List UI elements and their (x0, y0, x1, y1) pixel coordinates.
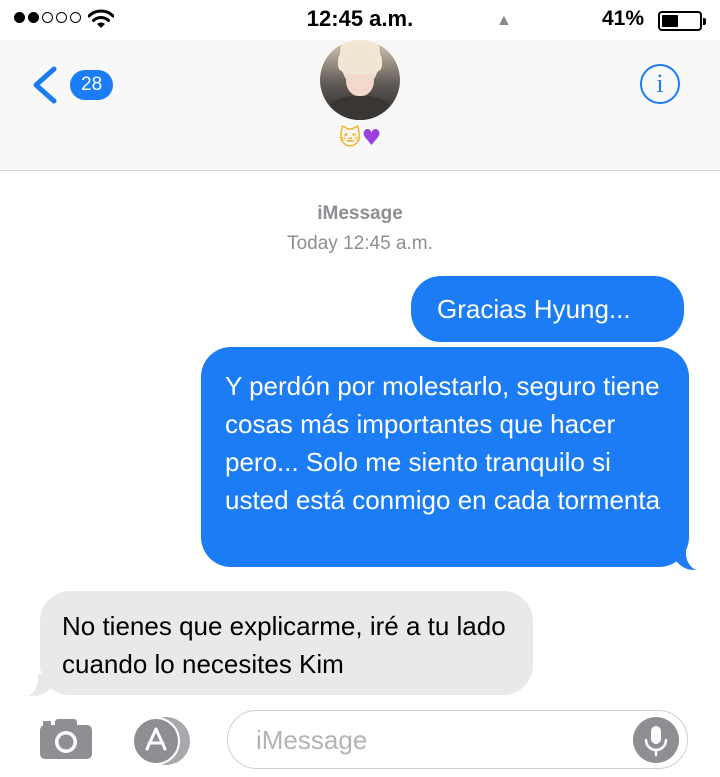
received-message-bubble[interactable]: No tienes que explicarme, iré a tu lado … (40, 591, 533, 695)
contact-avatar[interactable] (320, 40, 400, 120)
purple-heart-icon: ♥ (361, 126, 382, 151)
back-button[interactable]: 28 (28, 65, 114, 105)
camera-button[interactable] (38, 717, 94, 761)
message-input-placeholder: iMessage (256, 725, 368, 755)
microphone-icon (644, 726, 668, 757)
status-bar: 12:45 a.m. ▲ 41% (0, 0, 720, 40)
sent-message-bubble[interactable]: Y perdón por molestarlo, seguro tiene co… (201, 347, 689, 567)
service-label: iMessage (317, 203, 403, 224)
contact-name[interactable]: 🐱♥ (0, 126, 720, 151)
conversation-header: 28 🐱♥ i (0, 40, 720, 171)
message-timestamp: Today 12:45 a.m. (287, 233, 433, 254)
camera-icon (40, 719, 92, 759)
message-input[interactable]: iMessage (227, 710, 688, 769)
message-input-bar: iMessage (0, 700, 720, 777)
app-store-icon (132, 717, 180, 765)
info-icon: i (656, 69, 664, 98)
chevron-left-icon (33, 66, 57, 104)
unread-count-badge: 28 (70, 70, 114, 100)
microphone-button[interactable] (633, 717, 679, 763)
battery-icon (658, 11, 706, 31)
cat-face-icon: 🐱 (338, 126, 362, 151)
battery-percentage: 41% (602, 7, 645, 30)
info-button[interactable]: i (640, 64, 680, 104)
app-store-button[interactable] (132, 714, 192, 766)
rotation-lock-icon: ▲ (496, 12, 512, 29)
sent-message-bubble[interactable]: Gracias Hyung... (411, 276, 684, 342)
